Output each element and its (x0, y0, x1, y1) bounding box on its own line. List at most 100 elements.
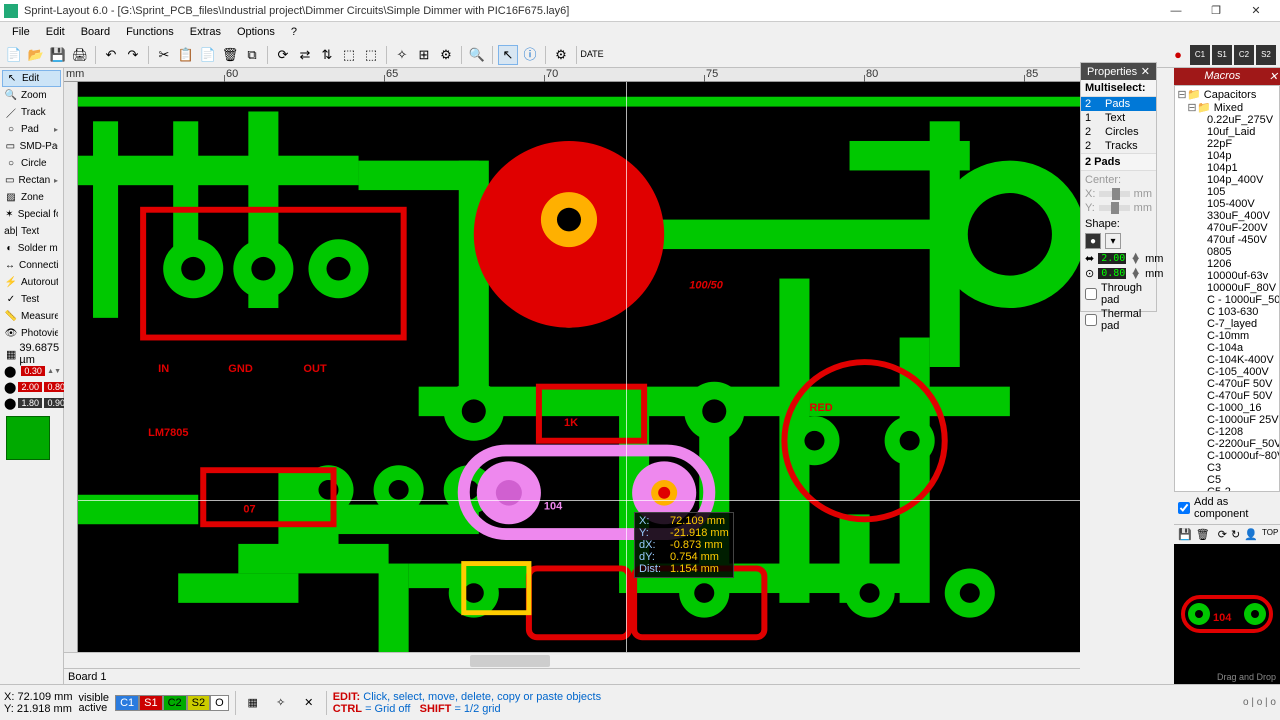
props-row-circles[interactable]: 2Circles (1081, 125, 1156, 139)
snap-button[interactable]: ✧ (392, 45, 412, 65)
status-snap-button[interactable]: ✧ (270, 692, 292, 714)
tool-circle[interactable]: ○Circle (2, 155, 61, 172)
open-button[interactable]: 📂 (26, 45, 46, 65)
tree-item[interactable]: 10000uF_80V (1177, 282, 1277, 294)
layer-s2[interactable]: S2 (187, 695, 210, 711)
tree-item[interactable]: C-104a (1177, 342, 1277, 354)
macros-close-icon[interactable]: ✕ (1269, 70, 1278, 83)
mirror-h-button[interactable]: ⇄ (295, 45, 315, 65)
macro-preview[interactable]: 104 Drag and Drop (1174, 544, 1280, 684)
macro-user-icon[interactable]: 👤 (1244, 528, 1258, 542)
minimize-button[interactable]: — (1156, 0, 1196, 22)
print-button[interactable]: 🖨 (70, 45, 90, 65)
tool-rectangle[interactable]: ▭Rectangle▸ (2, 172, 61, 189)
tool-text[interactable]: ab|Text (2, 223, 61, 240)
tree-item[interactable]: 22pF (1177, 138, 1277, 150)
tree-item[interactable]: C-7_layed (1177, 318, 1277, 330)
tree-item[interactable]: C5-2 (1177, 486, 1277, 492)
tool-zoom[interactable]: 🔍Zoom (2, 87, 61, 104)
tree-item[interactable]: C-1000_16 (1177, 402, 1277, 414)
macros-tree[interactable]: ⊟📁 Capacitors ⊟📁 Mixed0.22uF_275V10uf_La… (1174, 85, 1280, 492)
props-row-pads[interactable]: 2Pads (1081, 97, 1156, 111)
layer-c1[interactable]: C1 (115, 695, 139, 711)
macro-rotate-icon[interactable]: ↻ (1231, 528, 1240, 542)
param-row-1[interactable]: ⬤2.000.80▲▼ (2, 380, 61, 394)
menu-file[interactable]: File (4, 24, 38, 40)
y-slider[interactable] (1099, 205, 1130, 211)
layer-s1[interactable]: S1 (139, 695, 162, 711)
layer-c2-button[interactable]: C2 (1234, 45, 1254, 65)
tree-item[interactable]: 105 (1177, 186, 1277, 198)
status-grid-button[interactable]: ▦ (242, 692, 264, 714)
layer-s1-button[interactable]: S1 (1212, 45, 1232, 65)
tree-item[interactable]: 0805 (1177, 246, 1277, 258)
properties-close-icon[interactable]: ✕ (1141, 65, 1150, 78)
tool-special-form[interactable]: ✶Special form (2, 206, 61, 223)
tool-pad[interactable]: ○Pad▸ (2, 121, 61, 138)
tree-item[interactable]: C-1208 (1177, 426, 1277, 438)
shape-round-button[interactable]: ● (1085, 233, 1101, 249)
tree-item[interactable]: 470uf -450V (1177, 234, 1277, 246)
tree-item[interactable]: C-10000uf~80V (1177, 450, 1277, 462)
tree-root[interactable]: ⊟📁 Capacitors (1177, 88, 1277, 101)
paste-button[interactable]: 📄 (198, 45, 218, 65)
horizontal-scrollbar[interactable] (64, 652, 1080, 668)
add-as-component-checkbox[interactable]: Add as component (1174, 494, 1280, 522)
tree-item[interactable]: C3 (1177, 462, 1277, 474)
menu-board[interactable]: Board (73, 24, 118, 40)
group-button[interactable]: ⬚ (339, 45, 359, 65)
param-row-0[interactable]: ⬤0.30▲▼ (2, 364, 61, 378)
x-slider[interactable] (1099, 191, 1129, 197)
tree-item[interactable]: C-1000uF 25V (1177, 414, 1277, 426)
tree-item[interactable]: C - 1000uF_50V (1177, 294, 1277, 306)
ungroup-button[interactable]: ⬚ (361, 45, 381, 65)
zoom-fit-button[interactable]: 🔍 (467, 45, 487, 65)
props-row-tracks[interactable]: 2Tracks (1081, 139, 1156, 153)
tree-item[interactable]: C-470uF 50V (1177, 390, 1277, 402)
copy-button[interactable]: 📋 (176, 45, 196, 65)
board-tab[interactable]: Board 1 (64, 668, 1080, 684)
delete-button[interactable]: 🗑 (220, 45, 240, 65)
new-button[interactable]: 📄 (4, 45, 24, 65)
tree-item[interactable]: 330uF_400V (1177, 210, 1277, 222)
macro-delete-icon[interactable]: 🗑 (1196, 528, 1210, 542)
menu-edit[interactable]: Edit (38, 24, 73, 40)
date-button[interactable]: DATE (582, 45, 602, 65)
select-mode-button[interactable]: ↖ (498, 45, 518, 65)
macro-save-icon[interactable]: 💾 (1178, 528, 1192, 542)
tool-autoroute[interactable]: ⚡Autoroute (2, 274, 61, 291)
param-row-2[interactable]: ⬤1.800.90▲▼ (2, 396, 61, 410)
undo-button[interactable]: ↶ (101, 45, 121, 65)
tree-item[interactable]: 10000uf-63v (1177, 270, 1277, 282)
tree-item[interactable]: 10uf_Laid (1177, 126, 1277, 138)
thermal-pad-checkbox[interactable]: Thermal pad (1085, 308, 1152, 332)
menu-help[interactable]: ? (283, 24, 305, 40)
rotate-button[interactable]: ⟳ (273, 45, 293, 65)
mirror-v-button[interactable]: ⇅ (317, 45, 337, 65)
tree-item[interactable]: C-104K-400V (1177, 354, 1277, 366)
tool-smd-pad[interactable]: ▭SMD-Pad (2, 138, 61, 155)
tree-item[interactable]: 1206 (1177, 258, 1277, 270)
tree-item[interactable]: C-470uF 50V (1177, 378, 1277, 390)
pcb-canvas[interactable]: IN GND OUT LM7805 1K RED 100/50 104 07 X… (78, 82, 1080, 652)
cut-button[interactable]: ✂ (154, 45, 174, 65)
menu-options[interactable]: Options (229, 24, 283, 40)
tree-item[interactable]: C-10mm (1177, 330, 1277, 342)
tool-photoview[interactable]: 👁Photoview (2, 325, 61, 342)
macro-top-icon[interactable]: TOP (1262, 528, 1276, 542)
tree-sub[interactable]: ⊟📁 Mixed (1177, 101, 1277, 114)
tree-item[interactable]: 104p_400V (1177, 174, 1277, 186)
through-pad-checkbox[interactable]: Through pad (1085, 282, 1152, 306)
redo-button[interactable]: ↷ (123, 45, 143, 65)
component-button[interactable]: ⚙ (436, 45, 456, 65)
tool-solder-mask[interactable]: ◐Solder mask (2, 240, 61, 257)
tool-track[interactable]: ／Track (2, 104, 61, 121)
menu-extras[interactable]: Extras (182, 24, 229, 40)
tree-item[interactable]: 104p (1177, 150, 1277, 162)
tree-item[interactable]: C-105_400V (1177, 366, 1277, 378)
props-row-text[interactable]: 1Text (1081, 111, 1156, 125)
tree-item[interactable]: 105-400V (1177, 198, 1277, 210)
layer-c1-button[interactable]: C1 (1190, 45, 1210, 65)
rec-button[interactable]: ● (1168, 45, 1188, 65)
align-button[interactable]: ⊞ (414, 45, 434, 65)
